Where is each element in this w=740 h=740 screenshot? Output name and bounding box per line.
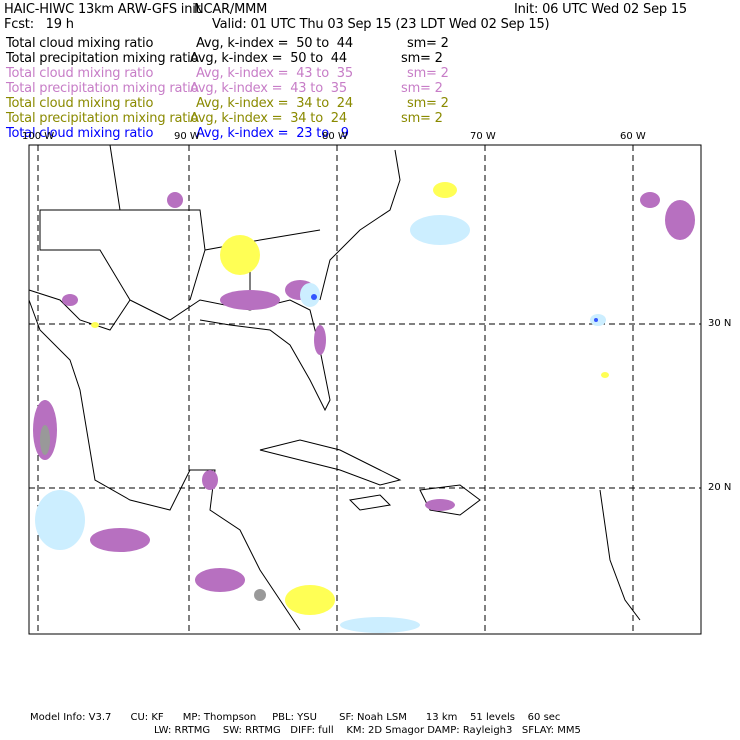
legend-sm: sm= 2 (407, 36, 449, 51)
lon-label: 80 W (322, 131, 348, 142)
legend-field: Total precipitation mixing ratio (6, 111, 199, 126)
model-info-line2: LW: RRTMG SW: RRTMG DIFF: full KM: 2D Sm… (154, 725, 581, 736)
legend-field: Total cloud mixing ratio (6, 36, 154, 51)
legend-range: Avg, k-index = 43 to 35 (196, 66, 353, 81)
model-info-line1: Model Info: V3.7 CU: KF MP: Thompson PBL… (30, 712, 561, 723)
lat-label: 20 N (708, 482, 732, 493)
lat-label: 30 N (708, 318, 732, 329)
lon-label: 60 W (620, 131, 646, 142)
legend-sm: sm= 2 (401, 51, 443, 66)
map-frame (28, 144, 702, 635)
legend-range: Avg, k-index = 50 to 44 (196, 36, 353, 51)
legend-sm: sm= 2 (401, 111, 443, 126)
legend-sm: sm= 2 (407, 96, 449, 111)
legend-range: Avg, k-index = 43 to 35 (190, 81, 347, 96)
legend-field: Total precipitation mixing ratio (6, 51, 199, 66)
lon-label: 90 W (174, 131, 200, 142)
legend-field: Total cloud mixing ratio (6, 96, 154, 111)
init-time: Init: 06 UTC Wed 02 Sep 15 (514, 2, 687, 17)
forecast-hour: Fcst: 19 h (4, 17, 74, 32)
legend-field: Total cloud mixing ratio (6, 66, 154, 81)
legend-sm: sm= 2 (407, 66, 449, 81)
legend-range: Avg, k-index = 34 to 24 (196, 96, 353, 111)
legend-sm: sm= 2 (401, 81, 443, 96)
weather-map-page: { "header":{ "title":"HAIC-HIWC 13km ARW… (0, 0, 740, 740)
legend-range: Avg, k-index = 34 to 24 (190, 111, 347, 126)
legend-range: Avg, k-index = 50 to 44 (190, 51, 347, 66)
model-title: HAIC-HIWC 13km ARW-GFS init (4, 2, 201, 17)
legend-field: Total precipitation mixing ratio (6, 81, 199, 96)
org-label: NCAR/MMM (194, 2, 268, 17)
valid-time: Valid: 01 UTC Thu 03 Sep 15 (23 LDT Wed … (212, 17, 550, 32)
lon-label: 100 W (22, 131, 55, 142)
lon-label: 70 W (470, 131, 496, 142)
